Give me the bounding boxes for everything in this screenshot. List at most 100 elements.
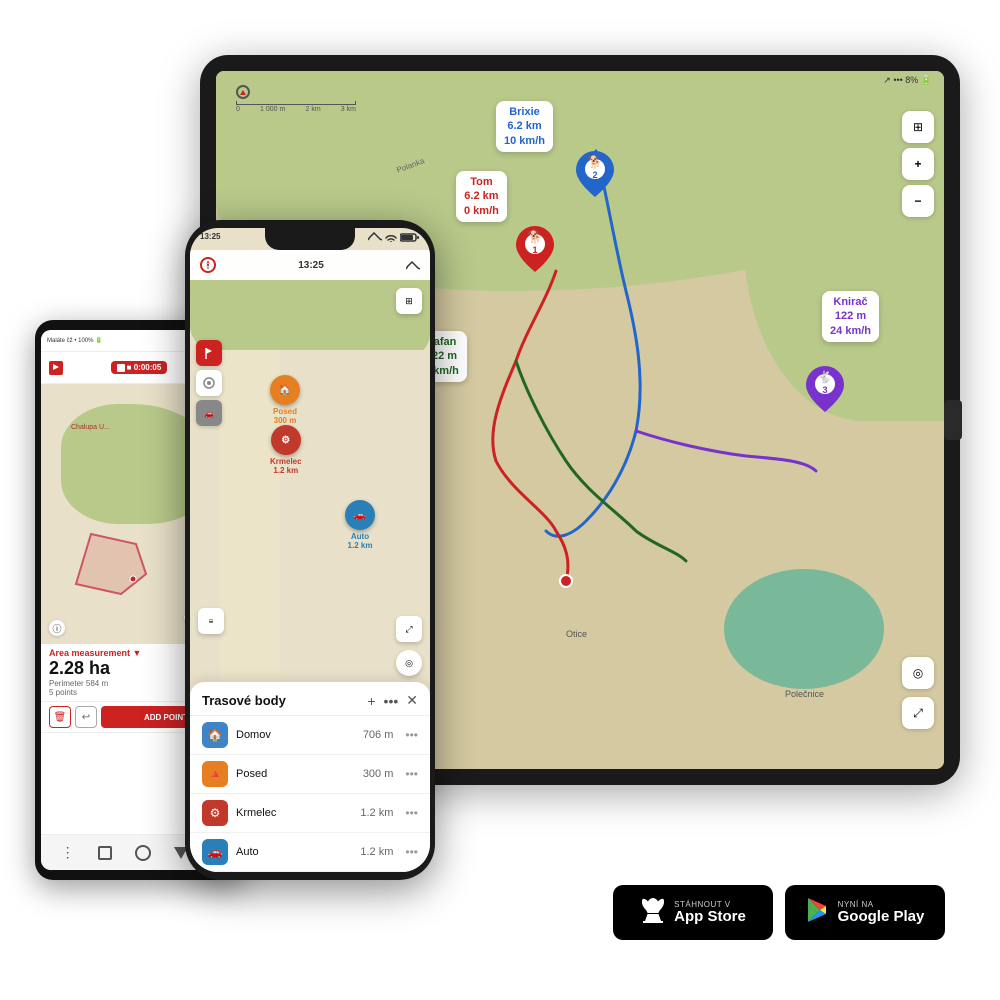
- svg-text:3: 3: [822, 385, 827, 395]
- iphone-layers-btn[interactable]: ⊞: [396, 288, 422, 314]
- iphone-krmelec-label: Krmelec1.2 km: [270, 457, 302, 475]
- appstore-main: App Store: [674, 909, 746, 926]
- iphone-device: 13:25 13:25: [185, 220, 435, 880]
- iphone-posed-icon: 🏠: [270, 375, 300, 405]
- iphone-menu-btn[interactable]: ≡: [198, 608, 224, 634]
- panel-posed-dist: 300 m: [363, 768, 394, 780]
- iphone-map[interactable]: 🚗 🏠 Posed300 m ⚙ Krmelec1.2 km 🚗 Auto1.2…: [190, 280, 430, 692]
- tablet-sidebar: ⊞ + −: [902, 111, 934, 217]
- iphone-posed-label: Posed300 m: [273, 407, 297, 425]
- googleplay-main: Google Play: [838, 909, 925, 926]
- scale-label-3k: 3 km: [341, 106, 356, 113]
- iphone-map-icon-auto: 🚗 Auto1.2 km: [345, 500, 375, 550]
- appstore-badge[interactable]: Stáhnout v App Store: [613, 885, 773, 940]
- panel-domov-dots[interactable]: •••: [405, 728, 418, 742]
- iphone-flag-btn[interactable]: [196, 340, 222, 366]
- tracker-knirač-name: Knirač: [830, 295, 871, 309]
- panel-domov-dist: 706 m: [363, 729, 394, 741]
- panel-krmelec-dots[interactable]: •••: [405, 806, 418, 820]
- android-nav-home[interactable]: [135, 845, 151, 861]
- tracker-knirač-distance: 122 m: [830, 309, 871, 323]
- iphone-map-icon-posed: 🏠 Posed300 m: [270, 375, 300, 425]
- panel-auto-dots[interactable]: •••: [405, 845, 418, 859]
- iphone-top-bar: 13:25: [190, 250, 430, 280]
- appstore-icon: [640, 895, 666, 931]
- iphone-status-bar: 13:25: [200, 232, 420, 242]
- panel-item-domov[interactable]: 🏠 Domov 706 m •••: [190, 716, 430, 755]
- panel-item-krmelec[interactable]: ⚙ Krmelec 1.2 km •••: [190, 794, 430, 833]
- iphone-map-icon-krmelec: ⚙ Krmelec1.2 km: [270, 425, 302, 475]
- panel-close-icon[interactable]: ✕: [406, 692, 418, 709]
- panel-auto-dist: 1.2 km: [360, 846, 393, 858]
- panel-header: Trasové body + ••• ✕: [190, 682, 430, 716]
- pin-tom: 🐕 1: [516, 226, 554, 277]
- tablet-zoom-out-btn[interactable]: −: [902, 185, 934, 217]
- svg-text:1: 1: [532, 245, 537, 255]
- iphone-time: 13:25: [200, 232, 220, 242]
- googleplay-text: NYNí NA Google Play: [838, 900, 925, 926]
- panel-krmelec-icon: ⚙: [202, 800, 228, 826]
- svg-text:2: 2: [592, 170, 597, 180]
- tracker-label-knirač: Knirač 122 m 24 km/h: [822, 291, 879, 342]
- android-status-left: Maláte čž • 100% 🔋: [47, 337, 103, 344]
- iphone-location-btn[interactable]: ◎: [396, 650, 422, 676]
- android-nav-dots[interactable]: ⋮: [61, 844, 75, 861]
- iphone-sidebar-btns: 🚗: [196, 340, 222, 426]
- panel-more-icon[interactable]: •••: [384, 693, 399, 709]
- tablet-layers-btn[interactable]: ⊞: [902, 111, 934, 143]
- iphone-topbar-right: [406, 259, 420, 271]
- iphone-krmelec-icon: ⚙: [271, 425, 301, 455]
- tracker-knirač-speed: 24 km/h: [830, 324, 871, 338]
- iphone-compass[interactable]: [200, 257, 216, 273]
- panel-auto-name: Auto: [236, 846, 352, 858]
- panel-posed-dots[interactable]: •••: [405, 767, 418, 781]
- town-label-otice: Otice: [566, 629, 587, 639]
- tracker-brixie-speed: 10 km/h: [504, 134, 545, 148]
- iphone-expand-btn[interactable]: ⤢: [396, 616, 422, 642]
- trasove-body-panel: Trasové body + ••• ✕ 🏠 Domov 706 m •••: [190, 682, 430, 872]
- iphone-car-btn[interactable]: 🚗: [196, 400, 222, 426]
- iphone-time-topbar: 13:25: [298, 260, 324, 271]
- tablet-expand-btn[interactable]: ⤢: [902, 697, 934, 729]
- tracker-brixie-distance: 6.2 km: [504, 119, 545, 133]
- panel-item-auto[interactable]: 🚗 Auto 1.2 km •••: [190, 833, 430, 872]
- android-polygon-area: [61, 524, 161, 609]
- panel-actions: + ••• ✕: [367, 692, 418, 709]
- android-flag-icon: [49, 361, 63, 375]
- panel-title: Trasové body: [202, 693, 286, 708]
- iphone-map-lower: [190, 350, 430, 692]
- android-rec-button[interactable]: ■ 0:00:05: [111, 361, 168, 374]
- panel-domov-icon: 🏠: [202, 722, 228, 748]
- android-undo-btn[interactable]: ↩: [75, 706, 97, 728]
- tracker-tom-distance: 6.2 km: [464, 189, 499, 203]
- appstore-text: Stáhnout v App Store: [674, 900, 746, 926]
- googleplay-badge[interactable]: NYNí NA Google Play: [785, 885, 945, 940]
- tracker-label-brixie: Brixie 6.2 km 10 km/h: [496, 101, 553, 152]
- svg-text:🐇: 🐇: [818, 370, 833, 384]
- tracker-tom-name: Tom: [464, 175, 499, 189]
- tracker-label-tom: Tom 6.2 km 0 km/h: [456, 171, 507, 222]
- pin-knirač: 🐇 3: [806, 366, 844, 417]
- tablet-compass-btn[interactable]: ◎: [902, 657, 934, 689]
- scale-label-2k: 2 km: [305, 106, 320, 113]
- android-info-btn[interactable]: ⓘ: [49, 620, 65, 636]
- tracker-brixie-name: Brixie: [504, 105, 545, 119]
- android-timer-text: ■ 0:00:05: [127, 363, 162, 372]
- svg-text:🐕: 🐕: [588, 155, 603, 169]
- tablet-home-button[interactable]: [944, 400, 962, 440]
- googleplay-icon: [806, 896, 830, 930]
- iphone-radio-btn[interactable]: [196, 370, 222, 396]
- iphone-screen: 13:25 13:25: [190, 228, 430, 872]
- iphone-status-right: [368, 232, 420, 242]
- tablet-status-bar: ↗ ••• 8% 🔋: [883, 75, 932, 86]
- scale-bar: 0 1 000 m 2 km 3 km: [236, 85, 356, 113]
- panel-item-posed[interactable]: 🔺 Posed 300 m •••: [190, 755, 430, 794]
- android-trash-btn[interactable]: 🗑: [49, 706, 71, 728]
- panel-krmelec-dist: 1.2 km: [360, 807, 393, 819]
- panel-add-icon[interactable]: +: [367, 693, 375, 709]
- android-nav-recents[interactable]: [98, 846, 112, 860]
- town-label-polecnice: Polečnice: [785, 689, 824, 699]
- panel-krmelec-name: Krmelec: [236, 807, 352, 819]
- scale-label-0: 0: [236, 106, 240, 113]
- tablet-zoom-in-btn[interactable]: +: [902, 148, 934, 180]
